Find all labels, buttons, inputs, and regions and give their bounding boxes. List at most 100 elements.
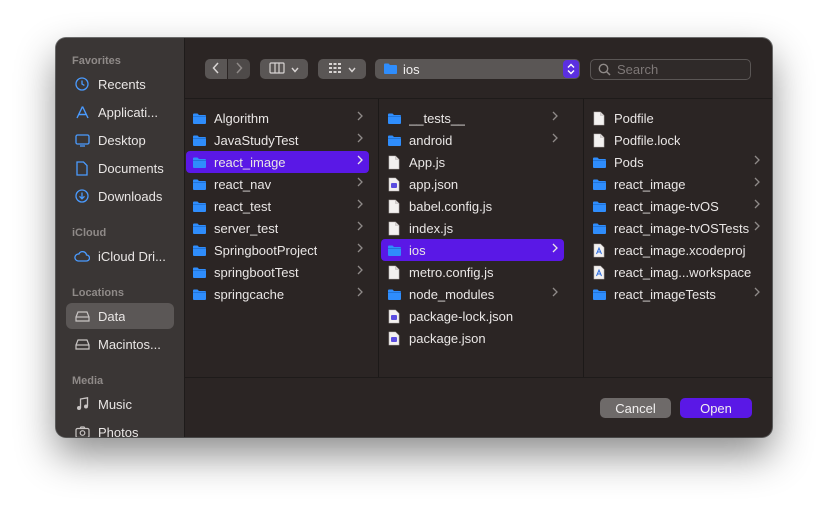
sidebar-item-documents[interactable]: Documents — [66, 155, 174, 181]
grid-icon — [328, 62, 342, 77]
column-2-row[interactable]: index.js — [381, 217, 564, 239]
column-1-row[interactable]: react_test — [186, 195, 369, 217]
column-2-row[interactable]: android — [381, 129, 564, 151]
search-placeholder: Search — [617, 62, 659, 77]
column-3-row[interactable]: react_image-tvOS — [586, 195, 766, 217]
group-by-button[interactable] — [318, 59, 366, 79]
chevron-right-icon — [357, 133, 363, 146]
column-1-row[interactable]: JavaStudyTest — [186, 129, 369, 151]
column-3-row[interactable]: react_image.xcodeproj — [586, 239, 766, 261]
file-icon — [386, 198, 402, 214]
column-1-row[interactable]: react_nav — [186, 173, 369, 195]
row-label: JavaStudyTest — [214, 132, 299, 148]
xcode-file-icon — [591, 264, 607, 280]
chevron-left-icon — [212, 61, 220, 77]
sidebar-item-label: Documents — [98, 160, 164, 176]
column-3: Podfile Podfile.lock Pods react_image react_… — [584, 99, 772, 378]
row-label: Podfile.lock — [614, 132, 681, 148]
row-label: springbootTest — [214, 264, 299, 280]
column-3-row[interactable]: react_image-tvOSTests — [586, 217, 766, 239]
columns-view-icon — [269, 61, 285, 77]
sidebar-item-label: Data — [98, 308, 126, 324]
folder-icon — [191, 286, 207, 302]
column-1-row[interactable]: server_test — [186, 217, 369, 239]
search-field[interactable]: Search — [590, 59, 751, 80]
drive-icon — [74, 336, 90, 352]
sidebar-item-label: Photos — [98, 424, 139, 438]
chevron-right-icon — [357, 287, 363, 300]
sidebar-item-recents[interactable]: Recents — [66, 71, 174, 97]
folder-icon — [591, 154, 607, 170]
column-1-row[interactable]: springbootTest — [186, 261, 369, 283]
row-label: App.js — [409, 154, 446, 170]
json-file-icon — [386, 308, 402, 324]
column-1-row[interactable]: springcache — [186, 283, 369, 305]
column-2-row[interactable]: __tests__ — [381, 107, 564, 129]
column-3-row[interactable]: react_imageTests — [586, 283, 766, 305]
chevron-right-icon — [754, 287, 760, 300]
row-label: SpringbootProject — [214, 242, 318, 258]
cancel-button[interactable]: Cancel — [600, 398, 671, 418]
drive-icon — [74, 308, 90, 324]
file-icon — [386, 154, 402, 170]
sidebar-item-applications[interactable]: Applicati... — [66, 99, 174, 125]
row-label: Algorithm — [214, 110, 269, 126]
column-3-row[interactable]: Podfile — [586, 107, 766, 129]
column-1-row[interactable]: Algorithm — [186, 107, 369, 129]
row-label: Podfile — [614, 110, 654, 126]
chevron-right-icon — [357, 199, 363, 212]
row-label: react_nav — [214, 176, 272, 192]
column-2-row[interactable]: ios — [381, 239, 564, 261]
column-2-row[interactable]: package-lock.json — [381, 305, 564, 327]
row-label: babel.config.js — [409, 198, 493, 214]
row-label: package-lock.json — [409, 308, 514, 324]
folder-icon — [191, 132, 207, 148]
sidebar-item-icloud-drive[interactable]: iCloud Dri... — [66, 243, 174, 269]
sidebar-item-photos[interactable]: Photos — [66, 419, 174, 437]
folder-icon — [386, 286, 402, 302]
column-1: Algorithm JavaStudyTest react_image react_n… — [184, 99, 377, 378]
column-3-row[interactable]: Podfile.lock — [586, 129, 766, 151]
sidebar-item-desktop[interactable]: Desktop — [66, 127, 174, 153]
file-icon — [386, 220, 402, 236]
sidebar-section-icloud: iCloud — [72, 227, 107, 239]
column-2-row[interactable]: App.js — [381, 151, 564, 173]
sidebar-item-downloads[interactable]: Downloads — [66, 183, 174, 209]
view-mode-button[interactable] — [260, 59, 308, 79]
column-browser: Algorithm JavaStudyTest react_image react_n… — [184, 98, 772, 378]
file-icon — [386, 264, 402, 280]
download-icon — [74, 188, 90, 204]
column-2-row[interactable]: metro.config.js — [381, 261, 564, 283]
chevron-right-icon — [235, 61, 243, 77]
sidebar-item-music[interactable]: Music — [66, 391, 174, 417]
column-2-row[interactable]: package.json — [381, 327, 564, 349]
folder-icon — [191, 220, 207, 236]
back-button[interactable] — [205, 59, 227, 79]
sidebar-item-label: Desktop — [98, 132, 146, 148]
column-2-row[interactable]: babel.config.js — [381, 195, 564, 217]
forward-button[interactable] — [228, 59, 250, 79]
column-3-row[interactable]: Pods — [586, 151, 766, 173]
json-file-icon — [386, 176, 402, 192]
chevron-right-icon — [754, 199, 760, 212]
sidebar-item-label: Downloads — [98, 188, 163, 204]
sidebar-item-data[interactable]: Data — [66, 303, 174, 329]
column-1-row[interactable]: react_image — [186, 151, 369, 173]
column-3-row[interactable]: react_image — [586, 173, 766, 195]
column-2-row[interactable]: node_modules — [381, 283, 564, 305]
column-2-row[interactable]: app.json — [381, 173, 564, 195]
sidebar-item-macintosh-hd[interactable]: Macintos... — [66, 331, 174, 357]
row-label: ios — [409, 242, 426, 258]
path-popup[interactable]: ios — [375, 59, 580, 79]
open-button[interactable]: Open — [680, 398, 752, 418]
column-1-row[interactable]: SpringbootProject — [186, 239, 369, 261]
column-3-row[interactable]: react_imag...workspace — [586, 261, 766, 283]
folder-icon — [386, 110, 402, 126]
applications-icon — [74, 104, 90, 120]
clock-icon — [74, 76, 90, 92]
music-icon — [74, 396, 90, 412]
chevron-right-icon — [552, 133, 558, 146]
row-label: springcache — [214, 286, 285, 302]
updown-icon — [563, 60, 579, 78]
folder-icon — [591, 198, 607, 214]
